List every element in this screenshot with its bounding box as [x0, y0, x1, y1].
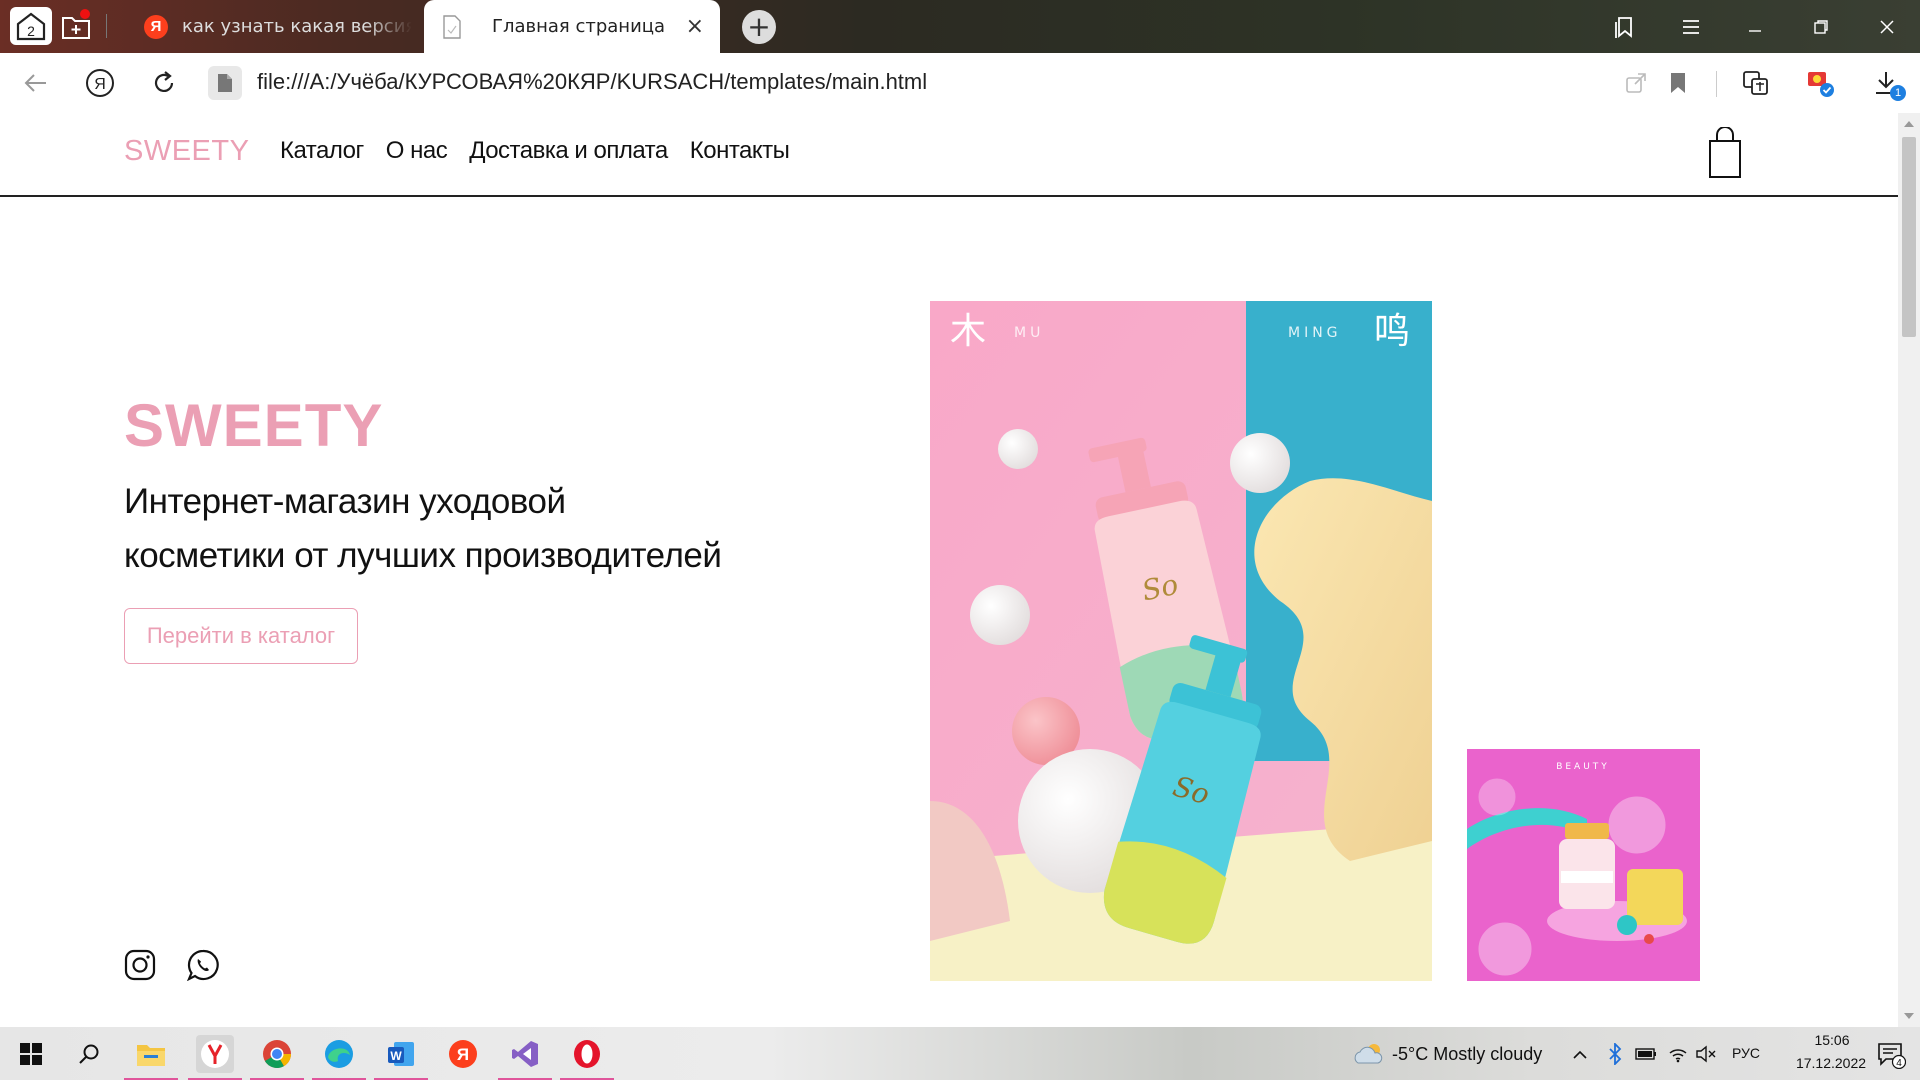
- nav-link-catalog[interactable]: Каталог: [280, 137, 364, 165]
- opera-icon[interactable]: [560, 1035, 614, 1080]
- address-bar: Я file:///A:/Учёба/КУРСОВАЯ%20КЯР/KURSAC…: [0, 53, 1920, 113]
- close-window-icon[interactable]: [1860, 0, 1914, 53]
- shopping-bag-icon[interactable]: [1708, 127, 1742, 179]
- whatsapp-icon[interactable]: [187, 949, 219, 981]
- svg-text:MING: MING: [1288, 325, 1342, 341]
- scroll-down-arrow-icon[interactable]: [1904, 1013, 1914, 1019]
- svg-text:4: 4: [1896, 1058, 1902, 1069]
- nav-link-contacts[interactable]: Контакты: [690, 137, 790, 165]
- chevron-up-icon[interactable]: [1568, 1035, 1592, 1073]
- secondary-product-image: BEAUTY: [1467, 749, 1700, 981]
- svg-text:鸣: 鸣: [1374, 311, 1410, 352]
- hero-title: SWEETY: [124, 392, 384, 459]
- svg-text:木: 木: [950, 311, 986, 352]
- tab-title: как узнать какая версия б: [182, 16, 412, 37]
- restore-icon[interactable]: [1794, 0, 1848, 53]
- url-field[interactable]: file:///A:/Учёба/КУРСОВАЯ%20КЯР/KURSACH/…: [257, 69, 927, 95]
- svg-text:2: 2: [27, 23, 35, 39]
- windows-start-icon[interactable]: [12, 1035, 50, 1073]
- input-language[interactable]: РУС: [1732, 1045, 1760, 1061]
- svg-text:W: W: [390, 1049, 402, 1063]
- tab-inactive[interactable]: Я как узнать какая версия б: [130, 0, 420, 53]
- nav-link-delivery[interactable]: Доставка и оплата: [469, 137, 668, 165]
- tab-separator: [106, 14, 107, 38]
- yandex-browser-icon[interactable]: [188, 1035, 242, 1080]
- volume-muted-icon[interactable]: [1694, 1035, 1718, 1073]
- back-arrow-icon[interactable]: [18, 65, 54, 101]
- yandex-logo-icon[interactable]: Я: [82, 65, 118, 101]
- battery-icon[interactable]: [1634, 1035, 1658, 1073]
- word-icon[interactable]: W: [374, 1035, 428, 1080]
- weather-text[interactable]: -5°C Mostly cloudy: [1392, 1044, 1542, 1065]
- yandex-app-icon[interactable]: Я: [444, 1035, 482, 1073]
- svg-text:MU: MU: [1014, 325, 1044, 341]
- file-protocol-icon[interactable]: [208, 66, 242, 100]
- document-favicon-icon: [443, 14, 461, 39]
- hero-subtitle-line: Интернет-магазин уходовой: [124, 482, 566, 521]
- browser-tab-strip: 2 Я как узнать какая версия б Главная ст…: [0, 0, 1920, 53]
- hero-subtitle: Интернет-магазин уходовой косметики от л…: [124, 475, 764, 583]
- search-icon[interactable]: [70, 1035, 108, 1073]
- tab-active[interactable]: Главная страница ×: [424, 0, 720, 53]
- extension-icon[interactable]: [1804, 67, 1836, 99]
- instagram-icon[interactable]: [124, 949, 156, 981]
- main-nav: Каталог О нас Доставка и оплата Контакты: [280, 137, 790, 165]
- page-scrollbar[interactable]: [1898, 113, 1920, 1027]
- site-logo[interactable]: SWEETY: [124, 135, 249, 168]
- clock-time[interactable]: 15:06: [1792, 1032, 1872, 1048]
- svg-text:BEAUTY: BEAUTY: [1556, 762, 1610, 772]
- hero-subtitle-line: косметики от лучших производителей: [124, 536, 722, 575]
- svg-text:Я: Я: [457, 1045, 469, 1064]
- new-tab-group-icon[interactable]: [58, 9, 94, 43]
- nav-link-about[interactable]: О нас: [386, 137, 448, 165]
- notifications-icon[interactable]: 4: [1872, 1035, 1910, 1073]
- tabs-counter-icon: 2: [16, 12, 46, 41]
- weather-cloud-icon[interactable]: [1350, 1035, 1388, 1073]
- hero-product-image: So So 木 MU MING 鸣: [930, 301, 1432, 981]
- yandex-favicon-icon: Я: [144, 14, 168, 39]
- page-viewport: SWEETY Каталог О нас Доставка и оплата К…: [0, 113, 1898, 1027]
- downloads-icon[interactable]: 1: [1870, 67, 1906, 101]
- share-icon[interactable]: [1620, 67, 1652, 99]
- chrome-icon[interactable]: [250, 1035, 304, 1080]
- translate-icon[interactable]: [1740, 67, 1772, 99]
- downloads-badge: 1: [1890, 85, 1906, 101]
- edge-icon[interactable]: [312, 1035, 366, 1080]
- visual-studio-icon[interactable]: [498, 1035, 552, 1080]
- new-tab-button[interactable]: +: [742, 10, 776, 44]
- bookmarks-panel-icon[interactable]: [1598, 0, 1652, 53]
- reload-icon[interactable]: [146, 65, 182, 101]
- toolbar-divider: [1716, 71, 1717, 97]
- minimize-icon[interactable]: [1728, 0, 1782, 53]
- file-explorer-icon[interactable]: [124, 1035, 178, 1080]
- svg-text:Я: Я: [94, 76, 106, 93]
- tab-title: Главная страница: [492, 16, 666, 37]
- scrollbar-thumb[interactable]: [1902, 137, 1916, 337]
- scroll-up-arrow-icon[interactable]: [1904, 121, 1914, 127]
- close-tab-icon[interactable]: ×: [686, 14, 704, 39]
- menu-icon[interactable]: [1664, 0, 1718, 53]
- windows-taskbar: W Я -5°C Mostly cloudy РУС 15:06 17.12.2…: [0, 1027, 1920, 1080]
- go-to-catalog-button[interactable]: Перейти в каталог: [124, 608, 358, 664]
- bluetooth-icon[interactable]: [1604, 1035, 1626, 1073]
- wifi-icon[interactable]: [1666, 1035, 1690, 1073]
- bookmark-icon[interactable]: [1662, 67, 1694, 99]
- site-header: SWEETY Каталог О нас Доставка и оплата К…: [0, 113, 1898, 197]
- tabs-counter-button[interactable]: 2: [10, 7, 52, 45]
